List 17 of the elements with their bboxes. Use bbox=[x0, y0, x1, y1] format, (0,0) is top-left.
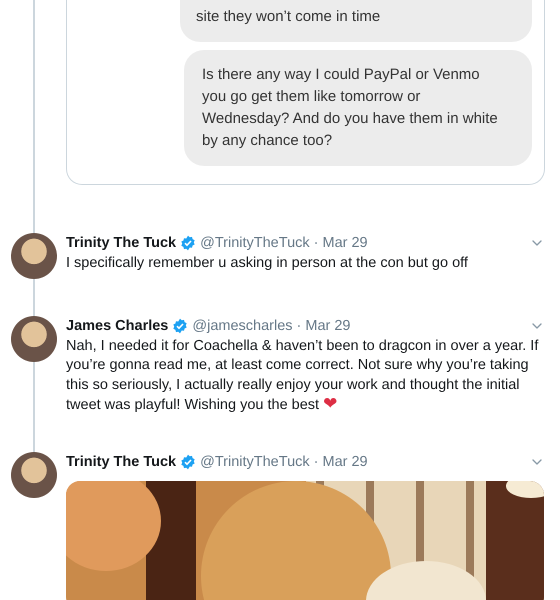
tweet-text: Nah, I needed it for Coachella & haven’t been to dragcon in over a year. If you’re gonna read me, at least come correct. Not sure why you’re taking this so seriously, I actually really enjoy your work and thought the initial tweet was playful! Wishing you the best ❤ bbox=[66, 336, 540, 416]
tweet-date[interactable]: · Mar 29 bbox=[314, 235, 368, 251]
user-handle[interactable]: @TrinityTheTuck bbox=[200, 235, 310, 251]
message-bubble: Is there any way I could PayPal or Venmo you go get them like tomorrow or Wednesday? And do you have them in white by any chance too? bbox=[184, 50, 532, 166]
avatar[interactable] bbox=[10, 316, 56, 362]
user-name[interactable]: Trinity The Tuck bbox=[66, 235, 176, 251]
heart-emoji: ❤ bbox=[323, 394, 338, 414]
tweet-text: I specifically remember u asking in person at the con but go off bbox=[66, 254, 469, 273]
avatar[interactable] bbox=[10, 233, 56, 279]
user-name[interactable]: James Charles bbox=[66, 318, 168, 334]
tweet-date[interactable]: · Mar 29 bbox=[314, 454, 368, 470]
message-bubble: site they won’t come in time bbox=[180, 0, 532, 42]
tweet-date[interactable]: · Mar 29 bbox=[296, 318, 351, 334]
user-handle[interactable]: @TrinityTheTuck bbox=[200, 454, 310, 470]
user-handle[interactable]: @jamescharles bbox=[192, 318, 293, 334]
user-name[interactable]: Trinity The Tuck bbox=[66, 454, 176, 470]
avatar[interactable] bbox=[10, 452, 56, 498]
